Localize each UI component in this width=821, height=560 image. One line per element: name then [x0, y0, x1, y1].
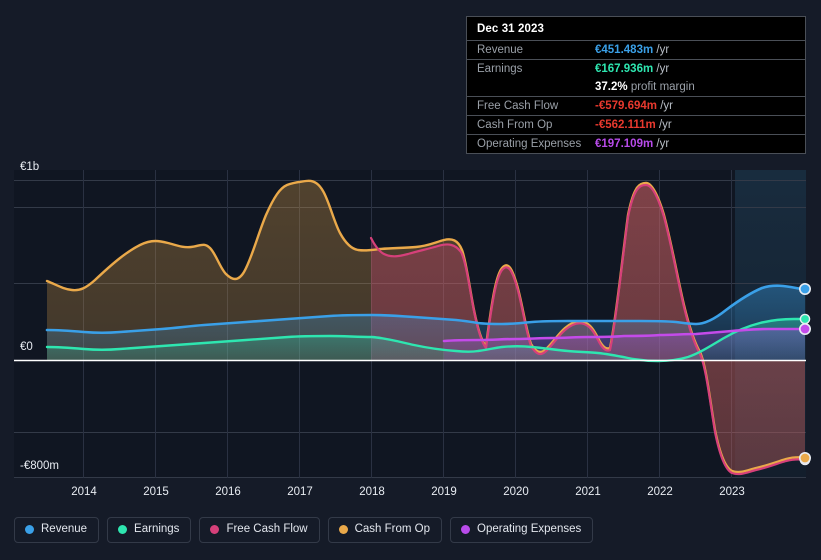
tooltip-unit-free-cash-flow: /yr	[660, 100, 674, 112]
tooltip-label-earnings: Earnings	[467, 59, 595, 78]
endpoint-marker-earnings	[799, 313, 811, 325]
tooltip-label-cash-from-op: Cash From Op	[467, 115, 595, 135]
tooltip-row-revenue: Revenue €451.483m /yr	[467, 40, 805, 60]
tooltip-value-cash-from-op: -€562.111m /yr	[595, 115, 805, 135]
chart-legend: Revenue Earnings Free Cash Flow Cash Fro…	[14, 517, 594, 543]
yaxis-label-zero: €0	[20, 341, 33, 353]
xaxis-tick-2017: 2017	[287, 486, 313, 498]
tooltip-amount-profit-margin: 37.2%	[595, 81, 628, 93]
legend-item-free-cash-flow[interactable]: Free Cash Flow	[199, 517, 320, 543]
yaxis-label-bottom: -€800m	[20, 460, 59, 472]
tooltip-amount-operating-expenses: €197.109m	[595, 138, 654, 150]
tooltip-value-free-cash-flow: -€579.694m /yr	[595, 96, 805, 116]
legend-label-earnings: Earnings	[134, 523, 180, 535]
tooltip-footer-rule	[467, 153, 805, 154]
legend-label-free-cash-flow: Free Cash Flow	[226, 523, 308, 535]
tooltip-label-profit-margin	[467, 78, 595, 97]
legend-dot-free-cash-flow	[210, 525, 220, 535]
legend-label-cash-from-op: Cash From Op	[354, 523, 431, 535]
legend-dot-earnings	[118, 525, 128, 535]
xaxis-tick-2018: 2018	[359, 486, 385, 498]
tooltip-amount-free-cash-flow: -€579.694m	[595, 100, 658, 112]
tooltip-value-revenue: €451.483m /yr	[595, 40, 805, 60]
xaxis-tick-2019: 2019	[431, 486, 457, 498]
legend-item-revenue[interactable]: Revenue	[14, 517, 100, 543]
tooltip-amount-revenue: €451.483m	[595, 44, 654, 56]
tooltip-amount-cash-from-op: -€562.111m	[595, 119, 656, 131]
legend-dot-revenue	[25, 525, 34, 535]
tooltip-label-operating-expenses: Operating Expenses	[467, 134, 595, 154]
legend-dot-operating-expenses	[461, 525, 471, 535]
xaxis-tick-2023: 2023	[719, 486, 745, 498]
tooltip-unit-operating-expenses: /yr	[656, 138, 670, 150]
financial-chart-page: €1b €0 -€800m 2014 2015 2016 2017 2018 2…	[0, 0, 821, 560]
tooltip-value-earnings: €167.936m /yr	[595, 59, 805, 78]
tooltip-unit-cash-from-op: /yr	[658, 119, 672, 131]
tooltip-table: Revenue €451.483m /yr Earnings €167.936m…	[467, 40, 805, 154]
xaxis-tick-2014: 2014	[71, 486, 97, 498]
tooltip-title: Dec 31 2023	[477, 23, 544, 35]
tooltip-label-revenue: Revenue	[467, 40, 595, 60]
xaxis-tick-2020: 2020	[503, 486, 529, 498]
xaxis-tick-2021: 2021	[575, 486, 601, 498]
tooltip-amount-earnings: €167.936m	[595, 63, 654, 75]
legend-label-revenue: Revenue	[41, 523, 88, 535]
legend-item-cash-from-op[interactable]: Cash From Op	[327, 517, 443, 543]
xaxis-tick-2016: 2016	[215, 486, 241, 498]
legend-item-operating-expenses[interactable]: Operating Expenses	[450, 517, 594, 543]
tooltip-unit-earnings: /yr	[656, 63, 670, 75]
tooltip-value-operating-expenses: €197.109m /yr	[595, 134, 805, 154]
tooltip-value-profit-margin: 37.2% profit margin	[595, 78, 805, 97]
tooltip-unit-profit-margin: profit margin	[630, 81, 695, 93]
endpoint-marker-cash-from-op	[798, 451, 811, 464]
endpoint-marker-revenue	[798, 282, 811, 295]
tooltip-row-cash-from-op: Cash From Op -€562.111m /yr	[467, 115, 805, 135]
legend-dot-cash-from-op	[338, 525, 348, 535]
legend-label-operating-expenses: Operating Expenses	[477, 523, 582, 535]
yaxis-label-top: €1b	[20, 161, 39, 173]
tooltip-label-free-cash-flow: Free Cash Flow	[467, 96, 595, 116]
chart-tooltip: Dec 31 2023 Revenue €451.483m /yr Earnin…	[466, 16, 806, 154]
tooltip-row-profit-margin: 37.2% profit margin	[467, 78, 805, 97]
tooltip-unit-revenue: /yr	[656, 44, 670, 56]
tooltip-row-operating-expenses: Operating Expenses €197.109m /yr	[467, 134, 805, 154]
endpoint-marker-operating-expenses	[798, 322, 811, 335]
tooltip-row-free-cash-flow: Free Cash Flow -€579.694m /yr	[467, 96, 805, 116]
legend-item-earnings[interactable]: Earnings	[107, 517, 192, 543]
tooltip-row-earnings: Earnings €167.936m /yr	[467, 59, 805, 78]
xaxis-tick-2015: 2015	[143, 486, 169, 498]
xaxis-tick-2022: 2022	[647, 486, 673, 498]
